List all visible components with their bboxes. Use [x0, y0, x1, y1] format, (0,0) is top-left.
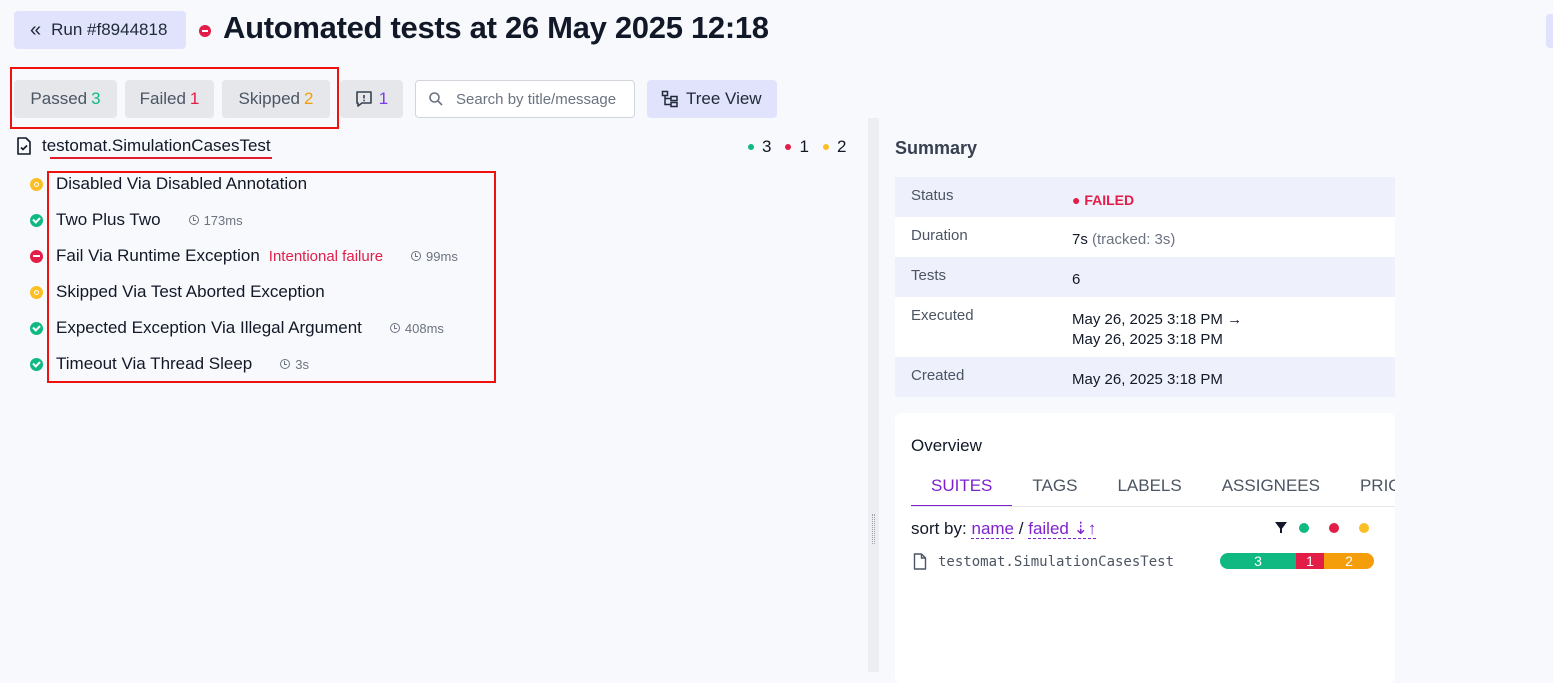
run-label: Run #f8944818 — [51, 20, 168, 39]
summary-key: Tests — [911, 267, 947, 284]
file-check-icon — [17, 137, 31, 155]
suite-row[interactable]: testomat.SimulationCasesTest — [16, 136, 271, 156]
summary-row-duration: Duration 7s (tracked: 3s) — [895, 217, 1395, 257]
tab-suites[interactable]: SUITES — [911, 470, 1013, 506]
duration-value: 7s — [1072, 231, 1088, 248]
suite-passed-count: 3 — [762, 137, 772, 156]
failed-status-icon — [30, 249, 43, 263]
failed-status-icon — [199, 25, 211, 37]
executed-end: May 26, 2025 3:18 PM — [1072, 331, 1223, 348]
summary-value: May 26, 2025 3:18 PM → May 26, 2025 3:18… — [1072, 297, 1242, 357]
suite-skipped-count: 2 — [836, 137, 847, 156]
tree-view-button[interactable]: Tree View — [647, 80, 777, 118]
suite-counts: 3 1 2 — [748, 137, 860, 157]
overview-suite-name: testomat.SimulationCasesTest — [938, 553, 1175, 570]
bar-skipped: 2 — [1324, 553, 1374, 569]
summary-value: 7s (tracked: 3s) — [1072, 217, 1175, 257]
double-chevron-left-icon: « — [30, 18, 42, 41]
summary-title: Summary — [895, 138, 978, 158]
summary-table: Status ● FAILED Duration 7s (tracked: 3s… — [895, 177, 1395, 397]
panel-splitter[interactable] — [868, 118, 879, 672]
failed-dot-icon — [785, 144, 792, 150]
search-input[interactable] — [454, 89, 619, 109]
skipped-legend-icon[interactable] — [1359, 523, 1369, 533]
passed-dot-icon — [748, 144, 754, 150]
page-title: Automated tests at 26 May 2025 12:18 — [223, 10, 769, 45]
sort-direction-icon: ⇣↑ — [1073, 519, 1097, 538]
bar-passed: 3 — [1220, 553, 1296, 569]
skipped-status-icon — [30, 285, 43, 299]
header-action-button[interactable] — [1546, 14, 1553, 48]
comment-icon — [355, 91, 372, 107]
tab-tags[interactable]: TAGS — [1012, 470, 1097, 506]
status-badge: ● FAILED — [1072, 192, 1135, 208]
tab-assignees[interactable]: ASSIGNEES — [1202, 470, 1340, 506]
tests-highlight-box — [47, 171, 496, 383]
passed-status-icon — [30, 213, 43, 227]
back-to-run-button[interactable]: « Run #f8944818 — [14, 11, 186, 49]
summary-row-status: Status ● FAILED — [895, 177, 1395, 217]
suite-name: testomat.SimulationCasesTest — [42, 136, 271, 155]
drag-handle-icon[interactable] — [872, 514, 875, 544]
sort-label: sort by: — [911, 519, 967, 538]
messages-count: 1 — [378, 89, 389, 108]
passed-legend-icon[interactable] — [1299, 523, 1309, 533]
failed-legend-icon[interactable] — [1329, 523, 1339, 533]
search-icon — [429, 92, 443, 106]
tree-view-label: Tree View — [686, 89, 762, 108]
summary-value: 6 — [1072, 271, 1081, 288]
overview-suite-row[interactable]: testomat.SimulationCasesTest — [913, 553, 1174, 570]
skipped-status-icon — [30, 177, 43, 191]
summary-value: May 26, 2025 3:18 PM — [1072, 371, 1223, 388]
bar-failed: 1 — [1296, 553, 1324, 569]
overview-tabs: SUITES TAGS LABELS ASSIGNEES PRIORITY — [911, 470, 1395, 507]
sort-failed-label: failed — [1028, 519, 1069, 538]
summary-key: Status — [911, 187, 954, 204]
skipped-dot-icon — [822, 144, 829, 150]
sort-by-control: sort by: name / failed ⇣↑ — [911, 519, 1097, 539]
summary-key: Duration — [911, 227, 968, 244]
sort-by-failed-link[interactable]: failed ⇣↑ — [1028, 519, 1097, 539]
summary-key: Created — [911, 367, 965, 384]
suite-progress-bar: 3 1 2 — [1220, 553, 1374, 569]
tree-view-icon — [661, 90, 678, 108]
filter-funnel-stem — [1280, 528, 1282, 533]
duration-tracked: (tracked: 3s) — [1092, 231, 1176, 248]
summary-row-executed: Executed May 26, 2025 3:18 PM → May 26, … — [895, 297, 1395, 357]
overview-title: Overview — [911, 436, 982, 455]
search-field[interactable] — [415, 80, 635, 118]
summary-row-created: Created May 26, 2025 3:18 PM — [895, 357, 1395, 397]
filters-highlight-box — [10, 67, 339, 129]
passed-status-icon — [30, 357, 43, 371]
file-icon — [913, 553, 927, 570]
summary-key: Executed — [911, 307, 974, 324]
passed-status-icon — [30, 321, 43, 335]
sort-separator: / — [1018, 519, 1024, 538]
sort-by-name-link[interactable]: name — [971, 519, 1015, 539]
tab-labels[interactable]: LABELS — [1097, 470, 1201, 506]
suite-underline-highlight — [50, 157, 272, 159]
summary-row-tests: Tests 6 — [895, 257, 1395, 297]
suite-failed-count: 1 — [799, 137, 809, 156]
executed-start: May 26, 2025 3:18 PM → — [1072, 311, 1243, 328]
tab-priority[interactable]: PRIORITY — [1340, 470, 1395, 506]
messages-filter-button[interactable]: 1 — [340, 80, 403, 118]
